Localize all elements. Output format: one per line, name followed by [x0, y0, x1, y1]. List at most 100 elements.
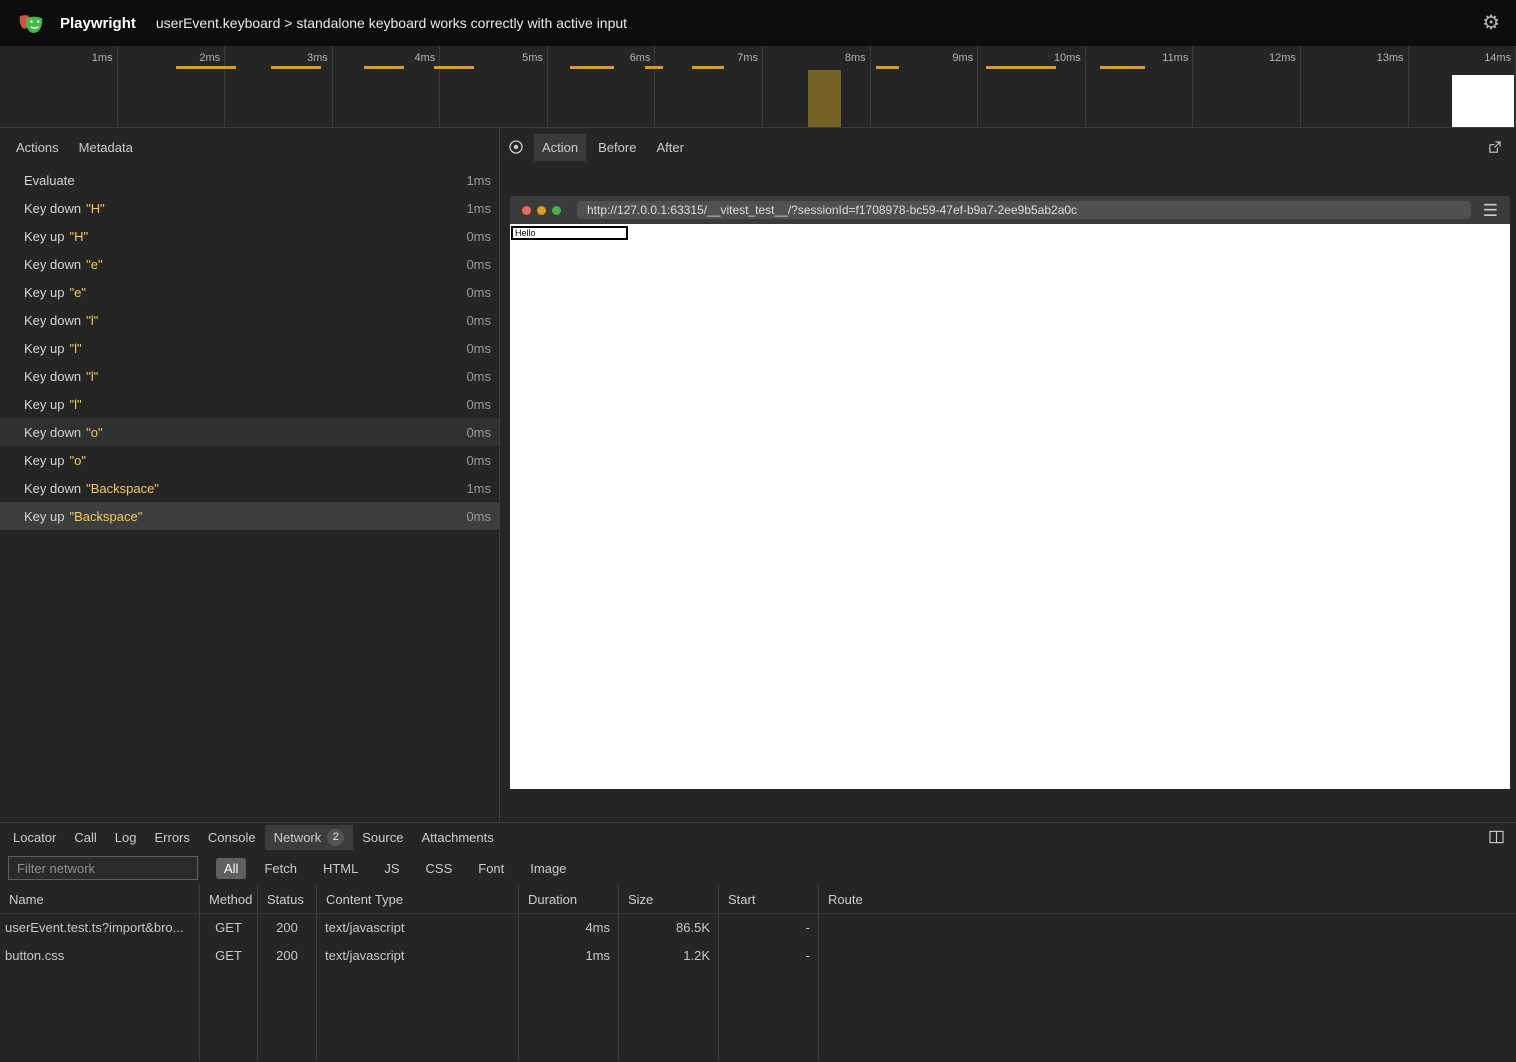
action-duration: 0ms — [466, 257, 491, 272]
network-cell-duration[interactable]: 1ms — [519, 942, 618, 970]
timeline-time-label: 4ms — [333, 46, 441, 127]
tab-errors[interactable]: Errors — [145, 826, 198, 849]
timeline-time-label: 3ms — [225, 46, 333, 127]
timeline-time-label: 11ms — [1086, 46, 1194, 127]
network-column-method: MethodGETGET — [200, 885, 258, 1061]
filter-chip-fetch[interactable]: Fetch — [256, 858, 305, 879]
tab-console[interactable]: Console — [199, 826, 265, 849]
column-header-duration[interactable]: Duration — [519, 885, 618, 914]
tab-actions[interactable]: Actions — [8, 134, 67, 161]
action-key: "H" — [69, 229, 88, 244]
action-list-item[interactable]: Key down"o"0ms — [0, 418, 499, 446]
tab-action[interactable]: Action — [534, 134, 586, 161]
column-header-method[interactable]: Method — [200, 885, 257, 914]
filter-chip-all[interactable]: All — [216, 858, 246, 879]
filter-chip-html[interactable]: HTML — [315, 858, 366, 879]
network-cell-status[interactable]: 200 — [258, 942, 316, 970]
tab-log[interactable]: Log — [106, 826, 146, 849]
timeline-time-label: 12ms — [1193, 46, 1301, 127]
filter-chip-css[interactable]: CSS — [418, 858, 461, 879]
action-name: Key down — [24, 369, 81, 384]
open-external-icon[interactable] — [1487, 140, 1502, 155]
action-name: Key down — [24, 313, 81, 328]
action-list-item[interactable]: Key up"o"0ms — [0, 446, 499, 474]
timeline-thumbnail[interactable] — [1452, 75, 1514, 127]
timeline-time-label: 5ms — [440, 46, 548, 127]
timeline-action-bar[interactable] — [645, 66, 663, 69]
action-list-item[interactable]: Key up"e"0ms — [0, 278, 499, 306]
network-cell-method[interactable]: GET — [200, 914, 257, 942]
tab-before[interactable]: Before — [590, 134, 644, 161]
action-key: "o" — [86, 425, 102, 440]
network-filter-row: All Fetch HTML JS CSS Font Image — [0, 851, 1516, 885]
network-cell-content_type[interactable]: text/javascript — [317, 914, 518, 942]
network-cell-size[interactable]: 86.5K — [619, 914, 718, 942]
timeline[interactable]: 1ms2ms3ms4ms5ms6ms7ms8ms9ms10ms11ms12ms1… — [0, 46, 1516, 128]
action-list-item[interactable]: Key up"l"0ms — [0, 390, 499, 418]
timeline-action-bar[interactable] — [876, 66, 899, 69]
page-text-input[interactable] — [511, 226, 628, 240]
action-list-item[interactable]: Key down"Backspace"1ms — [0, 474, 499, 502]
tab-after[interactable]: After — [648, 134, 691, 161]
tab-attachments[interactable]: Attachments — [412, 826, 502, 849]
action-list-item[interactable]: Key up"Backspace"0ms — [0, 502, 499, 530]
action-list-item[interactable]: Key down"e"0ms — [0, 250, 499, 278]
action-key: "o" — [69, 453, 85, 468]
action-duration: 0ms — [466, 313, 491, 328]
filter-chip-image[interactable]: Image — [522, 858, 574, 879]
action-list-item[interactable]: Key down"H"1ms — [0, 194, 499, 222]
column-header-status[interactable]: Status — [258, 885, 316, 914]
network-cell-content_type[interactable]: text/javascript — [317, 942, 518, 970]
timeline-action-bar[interactable] — [570, 66, 614, 69]
network-cell-start[interactable]: - — [719, 914, 818, 942]
timeline-action-bar[interactable] — [271, 66, 321, 69]
action-name: Key up — [24, 453, 64, 468]
network-cell-status[interactable]: 200 — [258, 914, 316, 942]
traffic-light-yellow-icon — [537, 206, 546, 215]
column-header-name[interactable]: Name — [0, 885, 199, 914]
network-filter-input[interactable] — [8, 856, 198, 880]
action-duration: 1ms — [466, 481, 491, 496]
tab-call[interactable]: Call — [65, 826, 105, 849]
network-cell-name[interactable]: button.css — [0, 942, 199, 970]
network-cell-name[interactable]: userEvent.test.ts?import&bro... — [0, 914, 199, 942]
action-list-item[interactable]: Key up"l"0ms — [0, 334, 499, 362]
column-header-size[interactable]: Size — [619, 885, 718, 914]
settings-gear-icon[interactable]: ⚙ — [1482, 13, 1500, 33]
action-list-item[interactable]: Evaluate1ms — [0, 166, 499, 194]
column-header-route[interactable]: Route — [819, 885, 1516, 914]
action-list-item[interactable]: Key down"l"0ms — [0, 362, 499, 390]
details-tabbar: LocatorCallLogErrorsConsoleNetwork2Sourc… — [0, 823, 1516, 851]
timeline-action-bar[interactable] — [1100, 66, 1145, 69]
pick-locator-icon[interactable] — [508, 139, 524, 155]
toggle-panel-layout-icon[interactable] — [1489, 830, 1504, 844]
network-cell-route[interactable] — [819, 914, 1516, 942]
network-cell-route[interactable] — [819, 942, 1516, 970]
network-cell-method[interactable]: GET — [200, 942, 257, 970]
snapshot-page — [510, 224, 1510, 789]
action-duration: 0ms — [466, 369, 491, 384]
action-duration: 1ms — [466, 201, 491, 216]
network-cell-start[interactable]: - — [719, 942, 818, 970]
tab-badge: 2 — [327, 829, 344, 846]
filter-chip-font[interactable]: Font — [470, 858, 512, 879]
tab-network[interactable]: Network2 — [265, 825, 354, 850]
action-list-item[interactable]: Key up"H"0ms — [0, 222, 499, 250]
column-header-content_type[interactable]: Content Type — [317, 885, 518, 914]
timeline-action-bar[interactable] — [434, 66, 474, 69]
action-list-item[interactable]: Key down"l"0ms — [0, 306, 499, 334]
network-cell-size[interactable]: 1.2K — [619, 942, 718, 970]
column-header-start[interactable]: Start — [719, 885, 818, 914]
tab-metadata[interactable]: Metadata — [71, 134, 141, 161]
action-key: "l" — [69, 341, 81, 356]
timeline-action-bar[interactable] — [176, 66, 236, 69]
tab-locator[interactable]: Locator — [4, 826, 65, 849]
filter-chip-js[interactable]: JS — [376, 858, 407, 879]
timeline-action-bar[interactable] — [364, 66, 404, 69]
network-cell-duration[interactable]: 4ms — [519, 914, 618, 942]
action-name: Key down — [24, 201, 81, 216]
timeline-action-bar[interactable] — [986, 66, 1056, 69]
timeline-action-bar[interactable] — [692, 66, 724, 69]
trace-title: userEvent.keyboard > standalone keyboard… — [156, 15, 627, 31]
tab-source[interactable]: Source — [353, 826, 412, 849]
